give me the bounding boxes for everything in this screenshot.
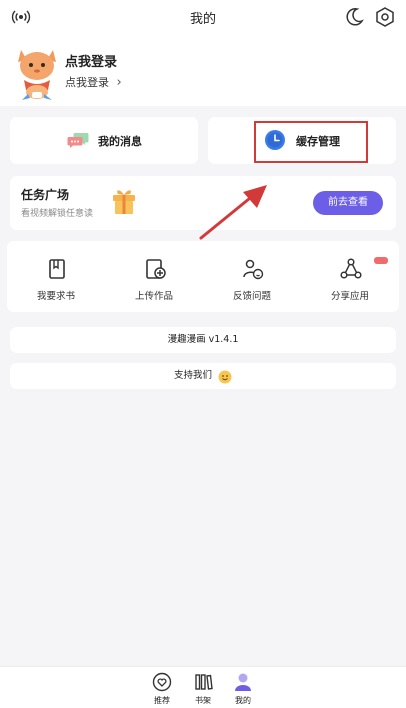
nav-mine[interactable]: 我的 — [228, 671, 258, 707]
features-grid: 我要求书 上传作品 反馈问题 分享应用 — [7, 241, 399, 312]
task-plaza-subtitle: 看视频解锁任意读 — [21, 209, 94, 219]
emoji-icon — [218, 369, 232, 383]
login-subtitle[interactable]: 点我登录 › — [65, 74, 122, 90]
upload-doc-icon — [143, 257, 167, 281]
version-row[interactable]: 漫趣漫画 v1.4.1 — [10, 327, 396, 353]
top-bar: 我的 — [0, 0, 406, 34]
chat-bubbles-icon — [67, 130, 89, 150]
request-book-item[interactable]: 我要求书 — [7, 241, 105, 312]
upload-work-item[interactable]: 上传作品 — [105, 241, 203, 312]
upload-work-label: 上传作品 — [134, 291, 173, 302]
chevron-right-icon: › — [116, 75, 122, 90]
heart-icon — [152, 672, 172, 692]
share-icon — [339, 257, 363, 281]
login-subtitle-text: 点我登录 — [65, 76, 109, 89]
highlight-box — [254, 121, 368, 163]
settings-hexagon-icon[interactable] — [374, 6, 396, 28]
my-messages-card[interactable]: 我的消息 — [10, 117, 198, 164]
book-icon — [45, 257, 69, 281]
support-us-label: 支持我们 — [173, 370, 212, 381]
support-us-row[interactable]: 支持我们 — [10, 363, 396, 389]
profile-icon — [233, 672, 253, 692]
new-badge — [374, 257, 388, 264]
request-book-label: 我要求书 — [36, 291, 75, 302]
bookshelf-icon — [193, 672, 213, 692]
share-app-item[interactable]: 分享应用 — [301, 241, 399, 312]
nav-recommend[interactable]: 推荐 — [147, 671, 177, 707]
user-feedback-icon — [241, 257, 265, 281]
my-messages-label: 我的消息 — [98, 135, 142, 148]
gift-icon — [111, 186, 137, 216]
share-app-label: 分享应用 — [330, 291, 369, 302]
bottom-navigation: 推荐 书架 我的 — [0, 666, 406, 708]
profile-section[interactable]: 点我登录 点我登录 › — [0, 34, 406, 106]
go-view-button[interactable]: 前去查看 — [313, 191, 383, 215]
feedback-item[interactable]: 反馈问题 — [203, 241, 301, 312]
login-title[interactable]: 点我登录 — [65, 51, 117, 70]
task-plaza-title: 任务广场 — [21, 188, 70, 202]
feedback-label: 反馈问题 — [232, 291, 271, 302]
moon-icon[interactable] — [343, 6, 365, 28]
nav-bookshelf[interactable]: 书架 — [188, 671, 218, 707]
nav-mine-label: 我的 — [235, 696, 251, 705]
avatar[interactable] — [14, 42, 60, 102]
annotation-arrow — [199, 185, 267, 240]
